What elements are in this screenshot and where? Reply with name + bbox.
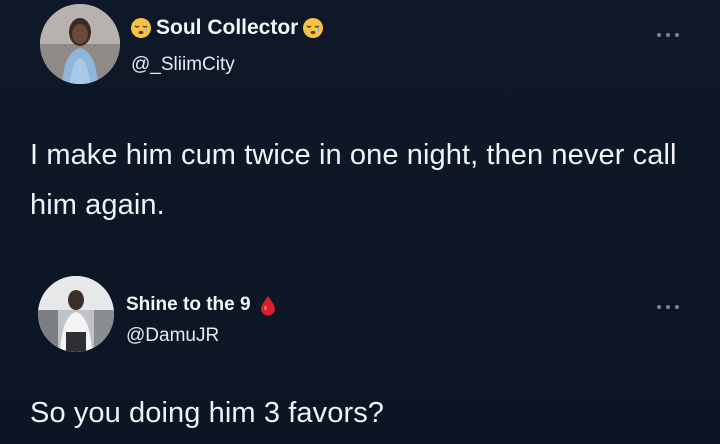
tweet-screenshot: Soul Collector @_SliimCity I make him cu… [0,0,720,444]
author-name-row: Soul Collector [130,16,324,40]
more-options-icon[interactable] [657,30,679,40]
avatar[interactable] [38,276,114,352]
more-options-icon[interactable] [657,302,679,312]
user-handle[interactable]: @DamuJR [126,325,219,347]
author-name-row: Shine to the 9 [126,294,279,316]
tweet: Soul Collector @_SliimCity I make him cu… [0,0,720,270]
tweet-text: So you doing him 3 favors? [30,397,385,429]
display-name[interactable]: Shine to the 9 [126,294,251,316]
display-name[interactable]: Soul Collector [156,16,298,40]
sleepy-face-emoji [302,17,324,39]
sleepy-face-emoji [130,17,152,39]
user-handle[interactable]: @_SliimCity [131,54,235,76]
tweet: Shine to the 9 @DamuJR So you doing him … [0,270,720,444]
tweet-text: I make him cum twice in one night, then … [30,139,677,221]
avatar[interactable] [40,4,120,84]
drop-of-blood-emoji [257,294,279,316]
